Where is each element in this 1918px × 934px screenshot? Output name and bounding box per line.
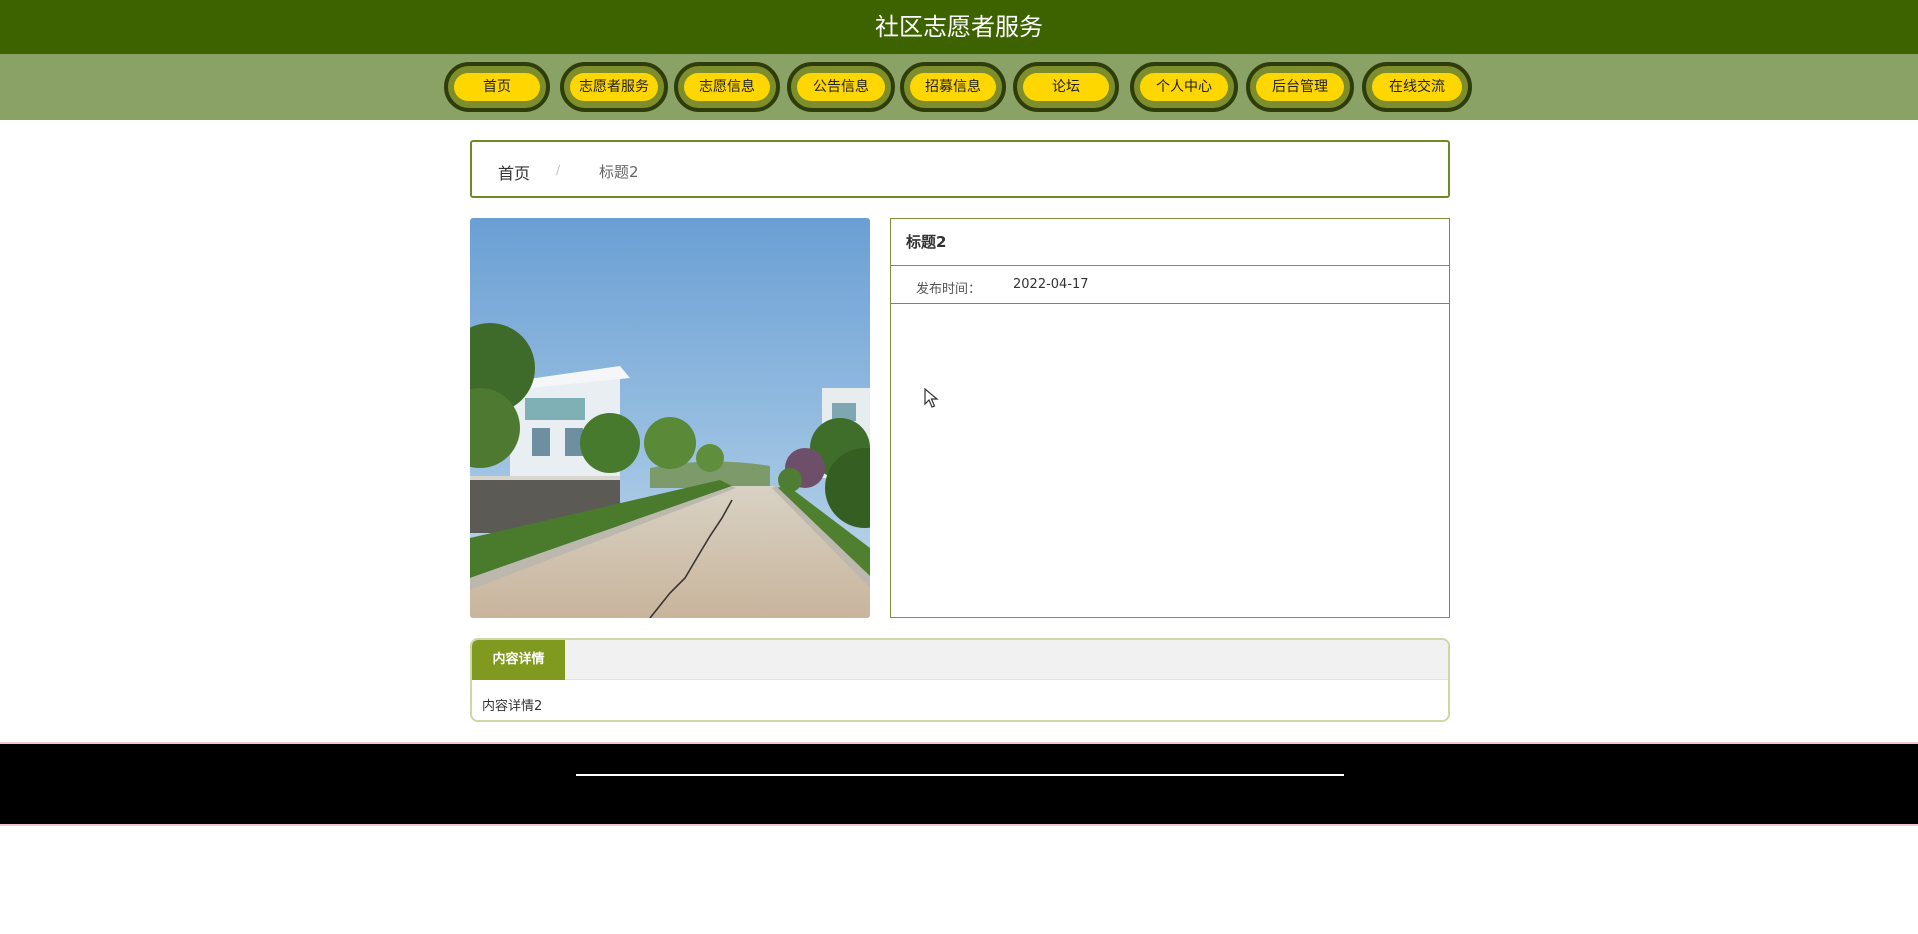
- breadcrumb-separator: /: [556, 163, 561, 177]
- nav-item-label: 志愿者服务: [570, 73, 658, 101]
- nav-item-announcements[interactable]: 公告信息: [787, 62, 895, 112]
- nav-item-label: 志愿信息: [684, 73, 770, 101]
- nav-item-label: 首页: [454, 73, 540, 101]
- nav-item-volunteer-info[interactable]: 志愿信息: [674, 62, 780, 112]
- nav-item-label: 在线交流: [1372, 73, 1462, 101]
- nav-item-label: 论坛: [1023, 73, 1109, 101]
- publish-time-row: 发布时间： 2022-04-17: [891, 266, 1449, 304]
- breadcrumb-home-link[interactable]: 首页: [498, 160, 530, 184]
- top-header: 社区志愿者服务: [0, 0, 1918, 54]
- site-title: 社区志愿者服务: [875, 13, 1043, 41]
- breadcrumb-current: 标题2: [599, 163, 639, 181]
- nav-item-label: 后台管理: [1256, 73, 1344, 101]
- tab-content-details[interactable]: 内容详情: [472, 640, 565, 680]
- breadcrumb: 首页 / 标题2: [470, 140, 1450, 198]
- footer-divider: [576, 774, 1344, 776]
- article-photo: [470, 218, 870, 618]
- nav-item-volunteer-service[interactable]: 志愿者服务: [560, 62, 668, 112]
- nav-item-forum[interactable]: 论坛: [1013, 62, 1119, 112]
- nav-item-personal-center[interactable]: 个人中心: [1130, 62, 1238, 112]
- nav-item-admin[interactable]: 后台管理: [1246, 62, 1354, 112]
- nav-item-recruitment[interactable]: 招募信息: [900, 62, 1006, 112]
- nav-item-label: 个人中心: [1140, 73, 1228, 101]
- content-details-box: 内容详情 内容详情2: [470, 638, 1450, 722]
- content-details-text: 内容详情2: [482, 699, 543, 714]
- publish-time-label: 发布时间：: [916, 282, 982, 297]
- mouse-cursor-icon: [924, 388, 939, 408]
- main-nav: 首页 志愿者服务 志愿信息 公告信息 招募信息 论坛 个人中心 后台管理 在线交…: [0, 54, 1918, 120]
- nav-item-label: 招募信息: [910, 73, 996, 101]
- nav-item-online-chat[interactable]: 在线交流: [1362, 62, 1472, 112]
- nav-item-home[interactable]: 首页: [444, 62, 550, 112]
- content-details-tabbar: 内容详情: [472, 640, 1448, 680]
- publish-time-value: 2022-04-17: [1013, 277, 1089, 292]
- article-info-panel: 标题2 发布时间： 2022-04-17: [890, 218, 1450, 618]
- nav-item-label: 公告信息: [797, 73, 885, 101]
- footer: [0, 742, 1918, 826]
- article-title: 标题2: [891, 219, 1449, 266]
